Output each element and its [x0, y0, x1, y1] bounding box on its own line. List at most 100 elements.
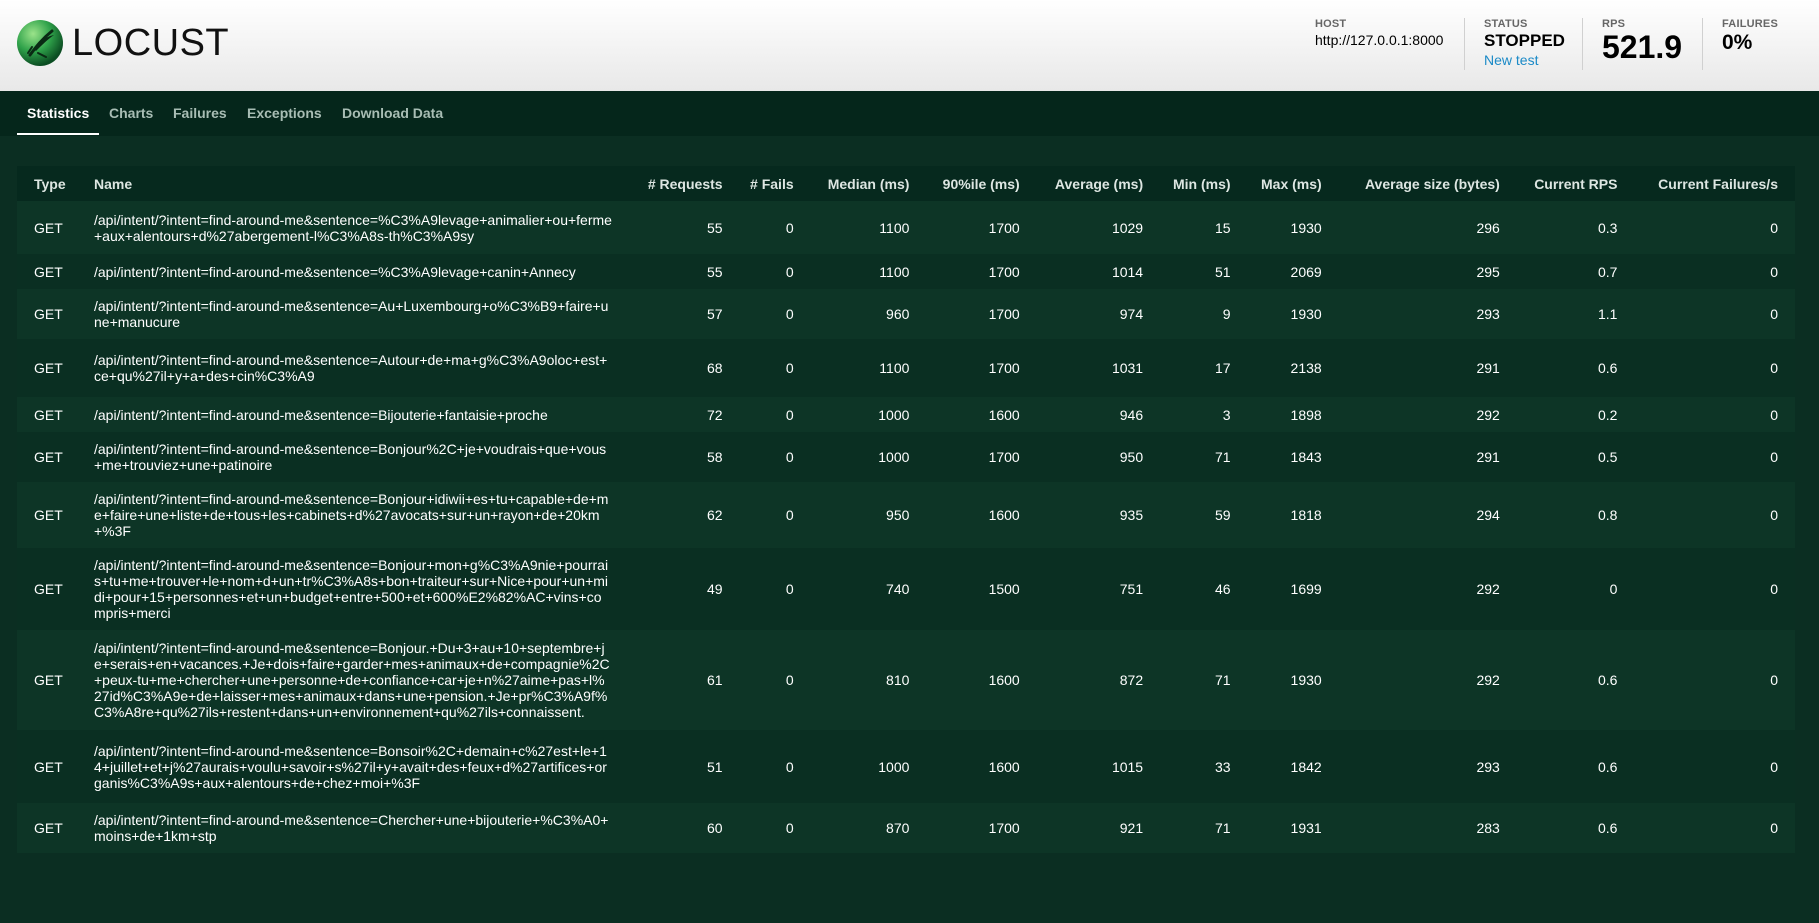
cell-average: 1014 — [1111, 263, 1144, 280]
column-header[interactable]: Type — [17, 166, 94, 201]
column-header[interactable]: Current Failures/s — [1634, 166, 1795, 201]
cell-type: GET — [34, 820, 63, 836]
cell-current-failures: 0 — [1770, 507, 1778, 523]
cell-min: 51 — [1214, 263, 1231, 280]
cell-type: GET — [34, 581, 63, 597]
cell-max: 1930 — [1290, 219, 1322, 236]
failures-value: 0% — [1722, 31, 1753, 54]
cell-avg-size: 291 — [1476, 449, 1500, 465]
divider — [1464, 18, 1465, 70]
tab-exceptions[interactable]: Exceptions — [237, 91, 332, 136]
cell-fails: 0 — [785, 449, 794, 465]
column-header[interactable]: # Fails — [740, 166, 811, 201]
cell-type: GET — [34, 219, 63, 236]
cell-type: GET — [34, 406, 63, 423]
cell-90ile: 1700 — [988, 219, 1020, 236]
column-header[interactable]: Average (ms) — [1037, 166, 1160, 201]
cell-name: /api/intent/?intent=find-around-me&sente… — [94, 640, 610, 720]
cell-name: /api/intent/?intent=find-around-me&sente… — [94, 406, 548, 423]
cell-max: 1898 — [1290, 406, 1322, 423]
cell-requests: 49 — [706, 581, 723, 597]
column-header[interactable]: Current RPS — [1517, 166, 1635, 201]
cell-average: 950 — [1119, 449, 1144, 465]
cell-name: /api/intent/?intent=find-around-me&sente… — [94, 263, 576, 280]
tab-charts[interactable]: Charts — [99, 91, 163, 136]
cell-current-rps: 0.7 — [1597, 263, 1618, 280]
cell-90ile: 1700 — [988, 820, 1020, 836]
rps-value: 521.9 — [1602, 29, 1683, 65]
table-row: GET/api/intent/?intent=find-around-me&se… — [17, 432, 1795, 482]
cell-max: 1930 — [1290, 306, 1322, 322]
cell-90ile: 1500 — [988, 581, 1020, 597]
cell-fails: 0 — [785, 581, 794, 597]
table-row: GET/api/intent/?intent=find-around-me&se… — [17, 730, 1795, 803]
column-header[interactable]: 90%ile (ms) — [926, 166, 1036, 201]
failures-label: FAILURES — [1722, 18, 1778, 30]
tab-failures[interactable]: Failures — [163, 91, 237, 136]
cell-max: 1818 — [1290, 507, 1322, 523]
cell-requests: 61 — [706, 672, 723, 688]
failures-stat: FAILURES 0% — [1722, 18, 1778, 55]
statistics-table-container: Type Name # Requests # Fails Median (ms)… — [17, 166, 1795, 853]
column-header[interactable]: Min (ms) — [1160, 166, 1247, 201]
cell-median: 950 — [886, 507, 910, 523]
cell-fails: 0 — [785, 306, 794, 322]
table-row: GET/api/intent/?intent=find-around-me&se… — [17, 201, 1795, 254]
cell-90ile: 1600 — [988, 507, 1020, 523]
cell-median: 1100 — [879, 360, 910, 376]
column-header[interactable]: Name — [94, 166, 632, 201]
cell-avg-size: 291 — [1476, 360, 1500, 376]
cell-median: 960 — [886, 306, 910, 322]
column-header[interactable]: Median (ms) — [811, 166, 927, 201]
cell-requests: 51 — [706, 758, 723, 775]
cell-current-failures: 0 — [1770, 306, 1778, 322]
cell-average: 751 — [1119, 581, 1144, 597]
tab-download-data[interactable]: Download Data — [332, 91, 453, 136]
cell-requests: 72 — [706, 406, 723, 423]
cell-current-rps: 0.8 — [1597, 507, 1618, 523]
host-label: HOST — [1315, 18, 1347, 30]
cell-median: 1000 — [878, 449, 910, 465]
rps-stat: RPS 521.9 — [1602, 18, 1682, 64]
cell-current-failures: 0 — [1770, 219, 1778, 236]
cell-current-rps: 0.6 — [1597, 758, 1618, 775]
cell-type: GET — [34, 507, 63, 523]
cell-name: /api/intent/?intent=find-around-me&sente… — [94, 441, 607, 473]
new-test-link[interactable]: New test — [1484, 52, 1565, 68]
table-row: GET/api/intent/?intent=find-around-me&se… — [17, 339, 1795, 397]
cell-max: 1930 — [1290, 672, 1322, 688]
cell-current-failures: 0 — [1770, 449, 1778, 465]
table-row: GET/api/intent/?intent=find-around-me&se… — [17, 397, 1795, 432]
cell-median: 740 — [886, 581, 910, 597]
cell-max: 2069 — [1290, 263, 1322, 280]
column-header[interactable]: Average size (bytes) — [1339, 166, 1517, 201]
cell-requests: 55 — [706, 219, 723, 236]
column-header[interactable]: Max (ms) — [1248, 166, 1339, 201]
cell-average: 872 — [1119, 672, 1144, 688]
cell-current-rps: 0.2 — [1597, 406, 1618, 423]
cell-current-failures: 0 — [1770, 406, 1778, 423]
cell-90ile: 1600 — [988, 406, 1020, 423]
cell-min: 33 — [1214, 758, 1231, 775]
cell-max: 1843 — [1290, 449, 1322, 465]
cell-min: 15 — [1214, 219, 1231, 236]
host-value: http://127.0.0.1:8000 — [1315, 32, 1444, 48]
column-header[interactable]: # Requests — [632, 166, 740, 201]
cell-name: /api/intent/?intent=find-around-me&sente… — [94, 211, 612, 244]
cell-current-rps: 1.1 — [1597, 306, 1618, 322]
cell-avg-size: 294 — [1476, 507, 1500, 523]
cell-median: 1000 — [878, 758, 910, 775]
table-row: GET/api/intent/?intent=find-around-me&se… — [17, 548, 1795, 630]
locust-logo[interactable]: LOCUST — [16, 19, 229, 67]
cell-max: 1699 — [1290, 581, 1322, 597]
cell-type: GET — [34, 263, 63, 280]
header: LOCUST HOST http://127.0.0.1:8000 STATUS… — [0, 0, 1819, 91]
cell-current-rps: 0 — [1609, 581, 1618, 597]
cell-median: 1100 — [879, 219, 910, 236]
tab-statistics[interactable]: Statistics — [17, 91, 100, 135]
statistics-table: Type Name # Requests # Fails Median (ms)… — [17, 166, 1795, 853]
cell-average: 935 — [1119, 507, 1144, 523]
cell-90ile: 1700 — [988, 263, 1020, 280]
cell-max: 2138 — [1290, 360, 1322, 376]
table-body: GET/api/intent/?intent=find-around-me&se… — [17, 201, 1795, 853]
